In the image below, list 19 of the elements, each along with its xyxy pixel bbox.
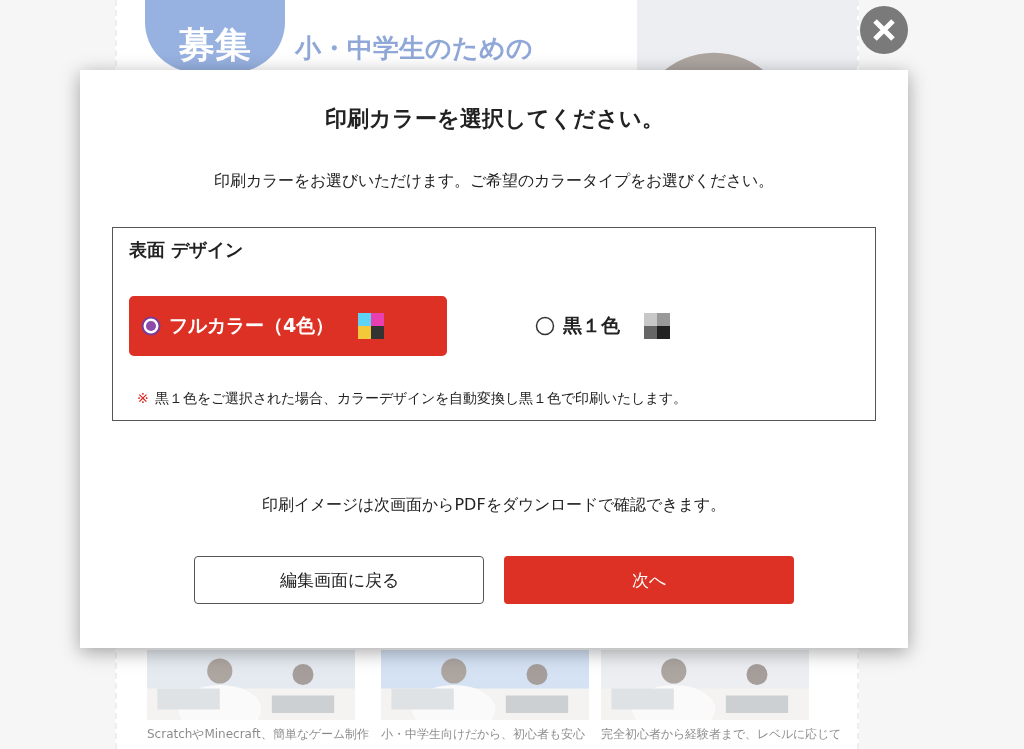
badge-text: 募集 xyxy=(145,0,285,72)
card-caption: 小・中学生向けだから、初心者も安心 xyxy=(380,726,586,743)
description-text: 印刷カラーをお選びいただけます。ご希望のカラータイプをお選びください。 xyxy=(214,171,774,192)
radio-option[interactable]: フルカラー（4色） xyxy=(129,296,447,356)
radio-icon xyxy=(141,316,161,336)
section-title: 表面 デザイン xyxy=(129,238,244,262)
back-button[interactable]: 編集画面に戻る xyxy=(194,556,484,604)
headline: 小・中学生のための xyxy=(295,32,533,64)
note-mark: ※ xyxy=(137,390,149,406)
swatch-icon xyxy=(644,313,670,339)
swatch-icon xyxy=(358,313,385,339)
radio-icon xyxy=(535,316,555,336)
radio-option[interactable]: 黒１色 xyxy=(523,296,682,356)
info-text: 印刷イメージは次画面からPDFをダウンロードで確認できます。 xyxy=(262,495,726,516)
note-text: 黒１色をご選択された場合、カラーデザインを自動変換し黒１色で印刷いたします。 xyxy=(154,390,687,406)
card-caption: 完全初心者から経験者まで、レベルに応じて xyxy=(600,726,841,743)
dialog-title: 印刷カラーを選択してください。 xyxy=(324,105,664,133)
next-button[interactable]: 次へ xyxy=(504,556,794,604)
card-caption: ScratchやMinecraft、簡単なゲーム制作 xyxy=(147,726,369,743)
